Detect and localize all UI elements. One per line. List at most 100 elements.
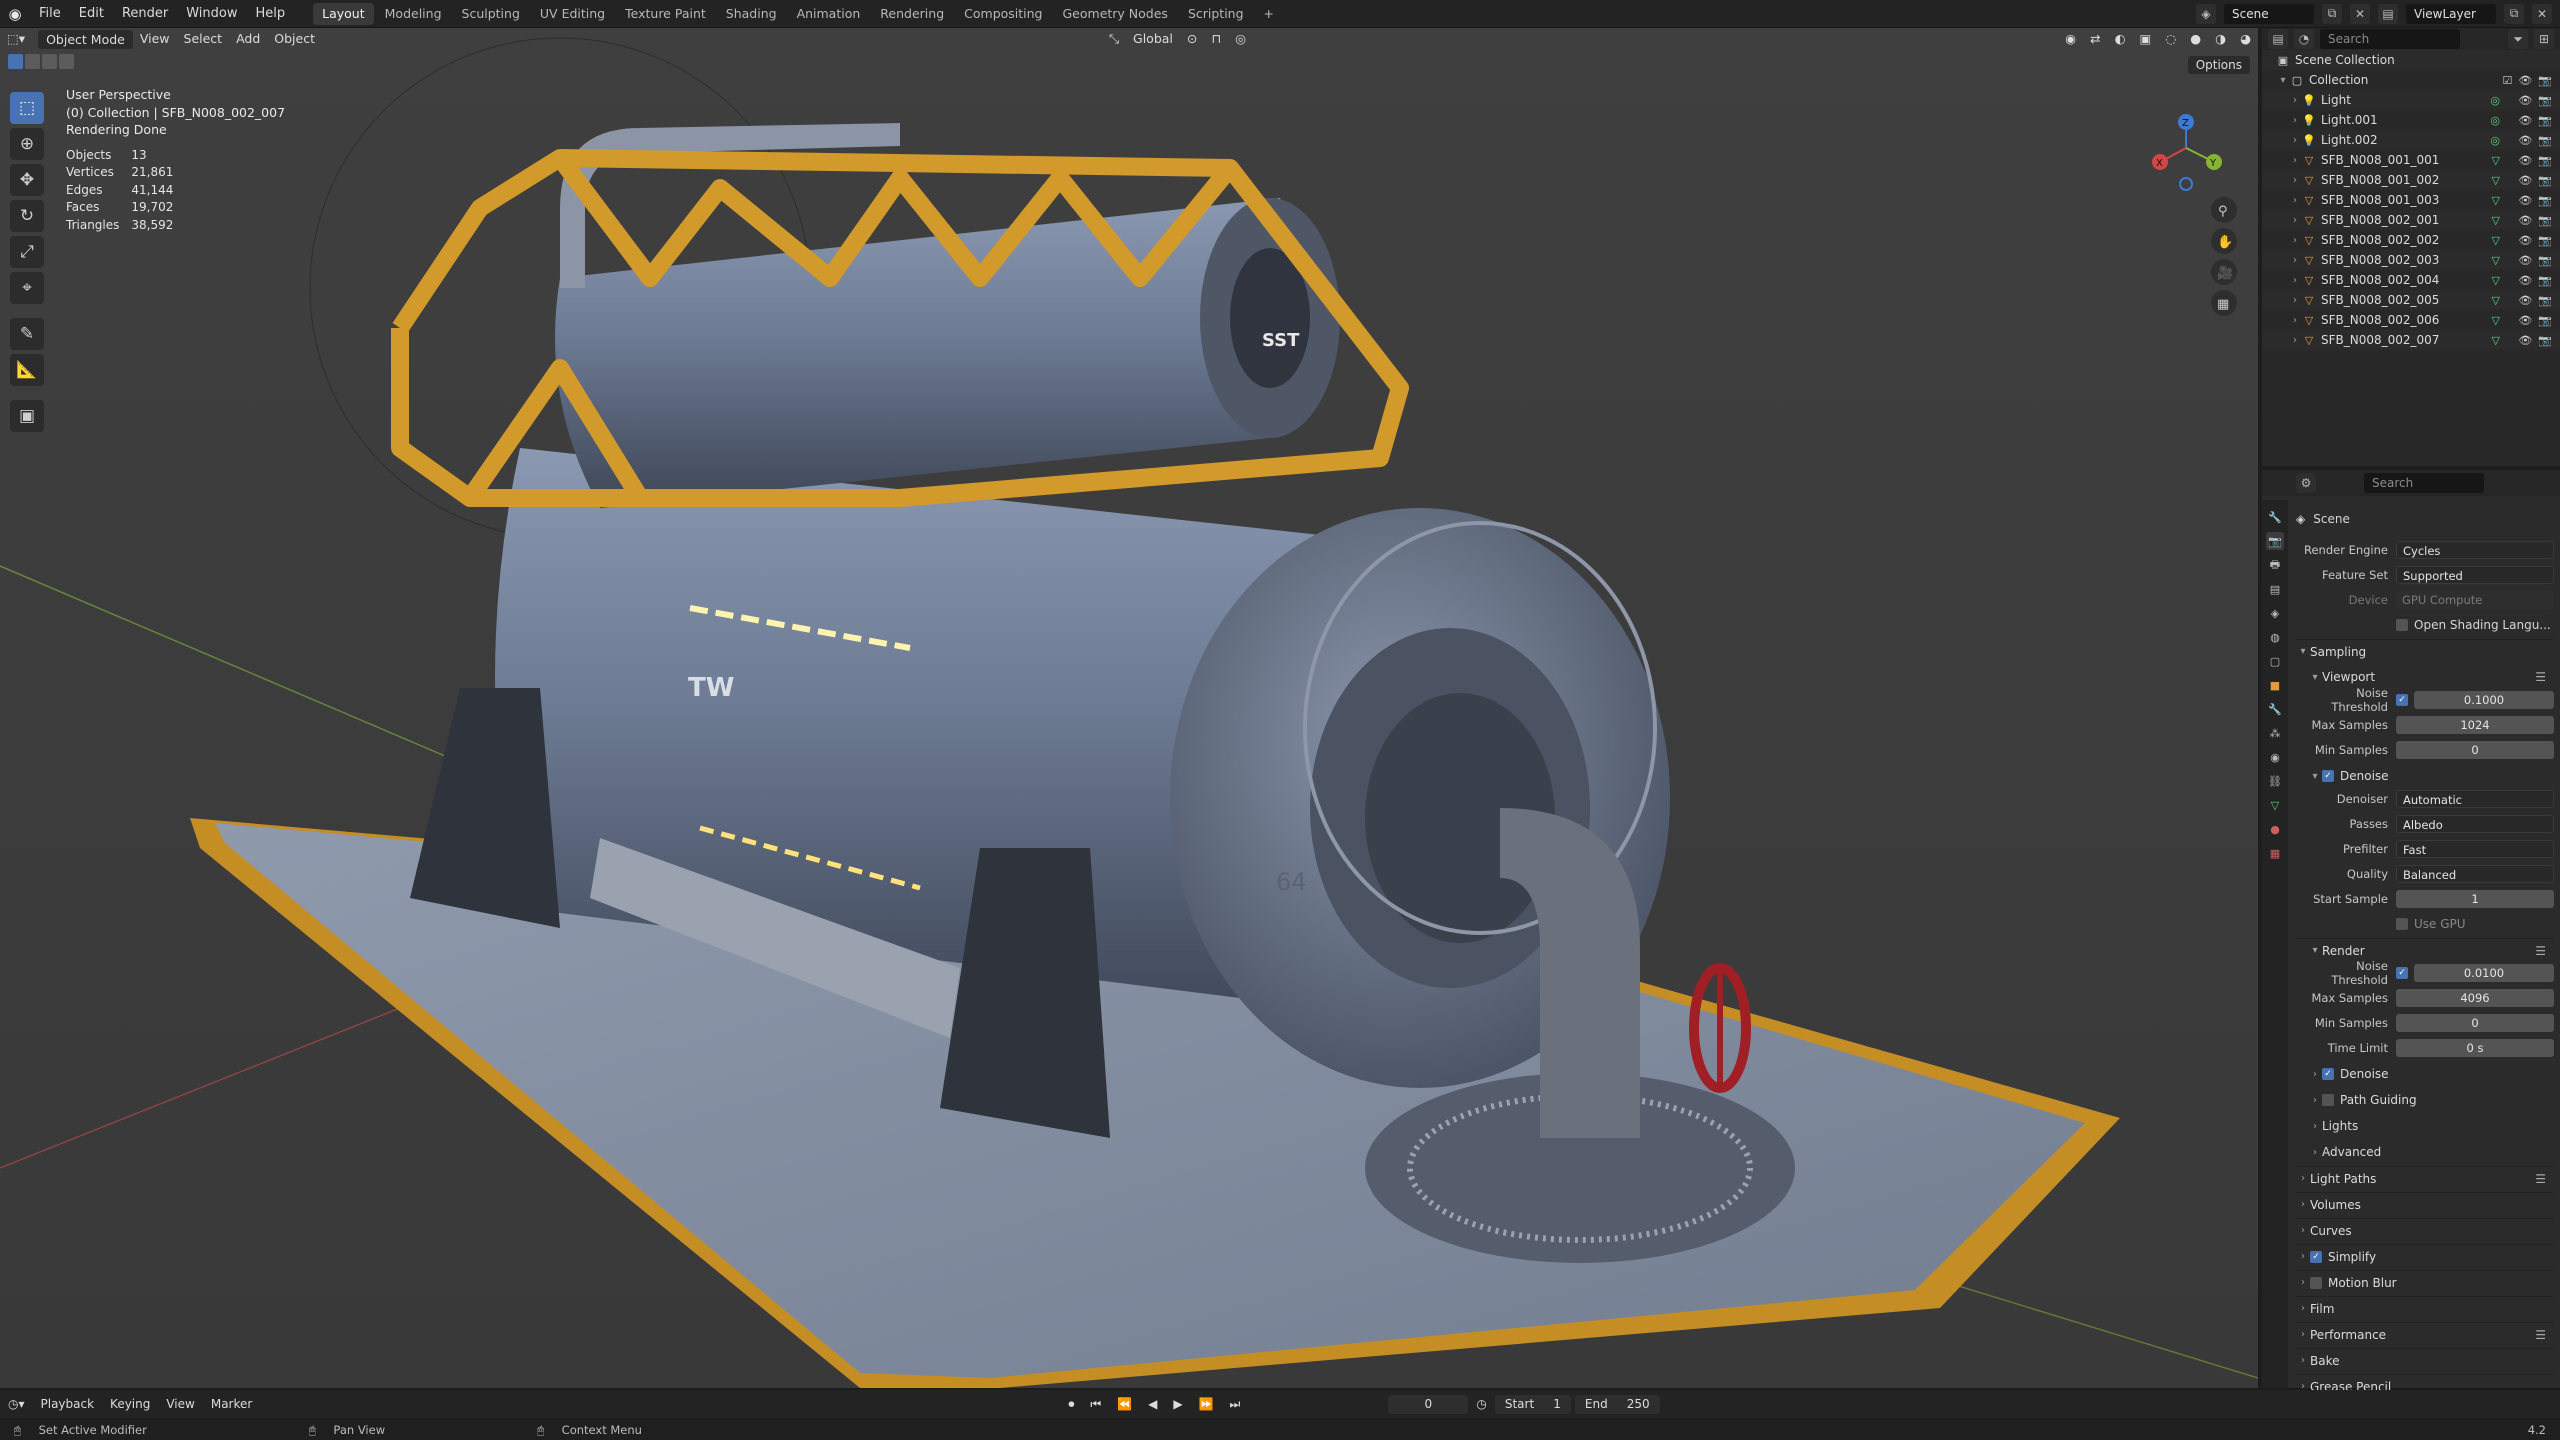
pan-icon[interactable]: ✋ — [2211, 228, 2237, 254]
subpanel-header[interactable]: › Lights — [2296, 1114, 2554, 1138]
select-box-tool-icon[interactable]: ⬚ — [10, 92, 44, 124]
new-scene-icon[interactable]: ⧉ — [2322, 3, 2342, 24]
panel-header[interactable]: › ✓ Simplify — [2296, 1244, 2554, 1268]
camera-icon[interactable]: 📷 — [2538, 294, 2552, 307]
play-icon[interactable]: ▶ — [1165, 1397, 1190, 1411]
add-cube-tool-icon[interactable]: ▣ — [10, 400, 44, 432]
outliner-item[interactable]: › ▽ SFB_N008_001_001 ▽ 👁 📷 — [2262, 150, 2560, 170]
sampling-panel-header[interactable]: ▾ Sampling — [2296, 639, 2554, 663]
vp-noise-threshold-checkbox[interactable]: ✓ — [2396, 693, 2408, 706]
tab-texture-paint[interactable]: Texture Paint — [616, 3, 715, 25]
tool-tab-icon[interactable]: 🔧 — [2266, 508, 2284, 526]
camera-icon[interactable]: 📷 — [2538, 234, 2552, 247]
physics-tab-icon[interactable]: ◉ — [2266, 748, 2284, 766]
select-extend-icon[interactable] — [25, 54, 40, 69]
perspective-toggle-icon[interactable]: ▦ — [2211, 290, 2237, 316]
eye-icon[interactable]: 👁 — [2518, 74, 2532, 87]
tab-scripting[interactable]: Scripting — [1179, 3, 1253, 25]
mesh-data-icon[interactable]: ▽ — [2492, 194, 2500, 207]
outliner-item[interactable]: › ▽ SFB_N008_002_004 ▽ 👁 📷 — [2262, 270, 2560, 290]
rotate-tool-icon[interactable]: ↻ — [10, 200, 44, 232]
camera-icon[interactable]: 📷 — [2538, 314, 2552, 327]
panel-header[interactable]: › Volumes — [2296, 1192, 2554, 1216]
jump-keyframe-back-icon[interactable]: ⏪ — [1109, 1397, 1140, 1411]
mesh-data-icon[interactable]: ▽ — [2492, 274, 2500, 287]
menu-marker[interactable]: Marker — [203, 1397, 260, 1411]
scene-tab-icon[interactable]: ◈ — [2266, 604, 2284, 622]
outliner-item[interactable]: › 💡 Light ◎ 👁 📷 — [2262, 90, 2560, 110]
filter-icon[interactable]: ⏷ — [2508, 29, 2528, 49]
output-tab-icon[interactable]: 🖶 — [2266, 556, 2284, 574]
panel-header[interactable]: › Light Paths ☰ — [2296, 1166, 2554, 1190]
menu-file[interactable]: File — [30, 0, 70, 28]
transform-tool-icon[interactable]: ⌖ — [10, 272, 44, 304]
data-tab-icon[interactable]: ▽ — [2266, 796, 2284, 814]
panel-header[interactable]: › Performance ☰ — [2296, 1322, 2554, 1346]
menu-playback[interactable]: Playback — [33, 1397, 103, 1411]
presets-icon[interactable]: ☰ — [2535, 1172, 2546, 1186]
osl-checkbox[interactable] — [2396, 618, 2408, 631]
camera-icon[interactable]: 📷 — [2538, 134, 2552, 147]
current-frame-field[interactable]: 0 — [1388, 1394, 1469, 1414]
outliner-item[interactable]: › ▽ SFB_N008_002_001 ▽ 👁 📷 — [2262, 210, 2560, 230]
eye-icon[interactable]: 👁 — [2518, 154, 2532, 167]
panel-header[interactable]: › Film — [2296, 1296, 2554, 1320]
feature-set-select[interactable]: Supported — [2396, 565, 2554, 584]
subpanel-header[interactable]: › Path Guiding — [2296, 1088, 2554, 1112]
particles-tab-icon[interactable]: ⁂ — [2266, 724, 2284, 742]
panel-checkbox[interactable] — [2310, 1276, 2322, 1289]
mesh-data-icon[interactable]: ▽ — [2492, 314, 2500, 327]
material-tab-icon[interactable]: ● — [2266, 820, 2284, 838]
mesh-data-icon[interactable]: ▽ — [2492, 294, 2500, 307]
tab-compositing[interactable]: Compositing — [955, 3, 1051, 25]
tab-shading[interactable]: Shading — [717, 3, 786, 25]
eye-icon[interactable]: 👁 — [2518, 114, 2532, 127]
proportional-edit-icon[interactable]: ◎ — [1228, 28, 1253, 50]
annotate-tool-icon[interactable]: ✎ — [10, 318, 44, 350]
new-view-layer-icon[interactable]: ⧉ — [2504, 3, 2524, 24]
blender-logo-icon[interactable]: ◉ — [0, 0, 30, 28]
chevron-down-icon[interactable]: ▾ — [2276, 75, 2290, 86]
light-data-icon[interactable]: ◎ — [2490, 134, 2500, 147]
properties-search[interactable]: Search — [2364, 473, 2484, 493]
shading-material-icon[interactable]: ◑ — [2208, 28, 2233, 50]
eye-icon[interactable]: 👁 — [2518, 334, 2532, 347]
select-new-icon[interactable] — [8, 54, 23, 69]
outliner-editor-icon[interactable]: ▤ — [2268, 29, 2288, 49]
outliner-item[interactable]: › 💡 Light.002 ◎ 👁 📷 — [2262, 130, 2560, 150]
vp-min-samples-field[interactable]: 0 — [2396, 740, 2554, 759]
light-data-icon[interactable]: ◎ — [2490, 114, 2500, 127]
play-reverse-icon[interactable]: ◀ — [1140, 1397, 1165, 1411]
outliner-item[interactable]: › 💡 Light.001 ◎ 👁 📷 — [2262, 110, 2560, 130]
timeline-editor-icon[interactable]: ◷▾ — [0, 1397, 33, 1411]
camera-icon[interactable]: 📷 — [2538, 214, 2552, 227]
mesh-data-icon[interactable]: ▽ — [2492, 154, 2500, 167]
collection-row[interactable]: ▾ ▢ Collection ☑ 👁 📷 — [2262, 70, 2560, 90]
camera-icon[interactable]: 📷 — [2538, 274, 2552, 287]
subpanel-header[interactable]: › Advanced — [2296, 1140, 2554, 1164]
scale-tool-icon[interactable]: ⤢ — [10, 236, 44, 268]
properties-editor-icon[interactable]: ⚙ — [2296, 473, 2316, 493]
texture-tab-icon[interactable]: ▦ — [2266, 844, 2284, 862]
jump-start-icon[interactable]: ⏮ — [1082, 1397, 1109, 1412]
start-sample-field[interactable]: 1 — [2396, 889, 2554, 908]
tab-animation[interactable]: Animation — [788, 3, 870, 25]
mesh-data-icon[interactable]: ▽ — [2492, 334, 2500, 347]
xray-icon[interactable]: ▣ — [2133, 28, 2159, 50]
object-tab-icon[interactable]: ■ — [2266, 676, 2284, 694]
outliner-item[interactable]: › ▽ SFB_N008_002_002 ▽ 👁 📷 — [2262, 230, 2560, 250]
cursor-tool-icon[interactable]: ⊕ — [10, 128, 44, 160]
chevron-right-icon[interactable]: › — [2288, 335, 2302, 346]
jump-end-icon[interactable]: ⏭ — [1222, 1397, 1249, 1412]
zoom-icon[interactable]: ⚲ — [2211, 197, 2237, 223]
tab-layout[interactable]: Layout — [313, 2, 374, 25]
menu-select[interactable]: Select — [177, 28, 230, 50]
tab-uv-editing[interactable]: UV Editing — [531, 3, 614, 25]
outliner-item[interactable]: › ▽ SFB_N008_002_003 ▽ 👁 📷 — [2262, 250, 2560, 270]
move-tool-icon[interactable]: ✥ — [10, 164, 44, 196]
vp-max-samples-field[interactable]: 1024 — [2396, 715, 2554, 734]
add-workspace-button[interactable]: + — [1255, 3, 1283, 25]
world-tab-icon[interactable]: ◍ — [2266, 628, 2284, 646]
outliner-item[interactable]: › ▽ SFB_N008_001_002 ▽ 👁 📷 — [2262, 170, 2560, 190]
tab-rendering[interactable]: Rendering — [871, 3, 953, 25]
